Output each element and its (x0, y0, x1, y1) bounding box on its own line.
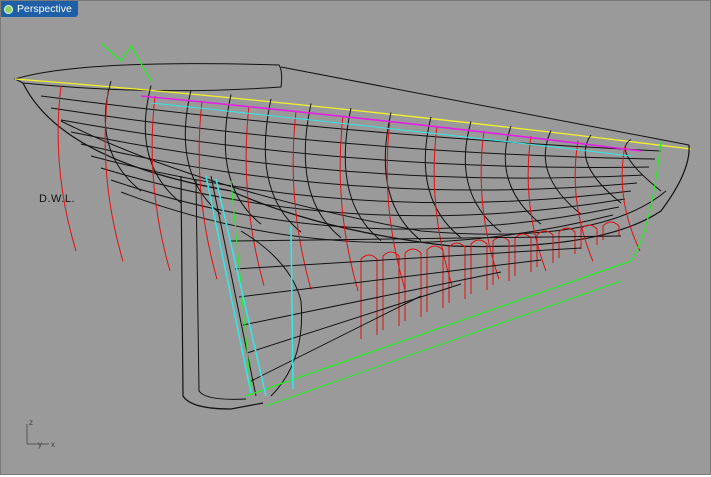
keel-grid-line (242, 271, 502, 326)
keel-frame (426, 245, 444, 312)
magenta-line (140, 95, 642, 152)
axis-z-label: z (29, 418, 33, 427)
keel-frame (514, 233, 532, 276)
deck-edge-line (280, 66, 690, 146)
station-line (245, 105, 265, 286)
waterline (110, 179, 620, 230)
keel-frame (382, 251, 400, 330)
waterline (100, 167, 626, 217)
keel-frame (492, 236, 510, 285)
keel-outline (180, 175, 264, 410)
keel-grid-line (246, 283, 462, 354)
cyan-fin-line (205, 175, 252, 394)
waterline (70, 131, 644, 179)
green-stem-line (100, 42, 152, 82)
axis-x-label: x (51, 440, 55, 449)
cyan-deck-line (150, 102, 632, 157)
keel-frame (558, 227, 576, 258)
cyan-rudder-line (290, 225, 294, 390)
dwl-annotation: D.W.L. (39, 193, 76, 205)
keel-grid-line (250, 295, 422, 382)
cyan-fin-line-2 (215, 178, 267, 397)
keel-frame (448, 242, 466, 303)
hull-bottom-contour (22, 82, 690, 248)
keel-frame (360, 254, 378, 339)
section-curve (344, 107, 382, 242)
keel-frame (404, 248, 422, 321)
perspective-viewport[interactable]: Perspective D.W.L. z y x (0, 0, 711, 475)
axis-y-label: y (38, 440, 42, 449)
station-line (292, 110, 312, 290)
keel-frame (536, 230, 554, 267)
section-curve (504, 125, 542, 225)
green-keel-line (245, 140, 662, 397)
hull-wireframe-model[interactable] (1, 1, 710, 474)
station-line (574, 140, 594, 262)
station-line (339, 115, 359, 292)
keel-grid-line (230, 235, 622, 242)
